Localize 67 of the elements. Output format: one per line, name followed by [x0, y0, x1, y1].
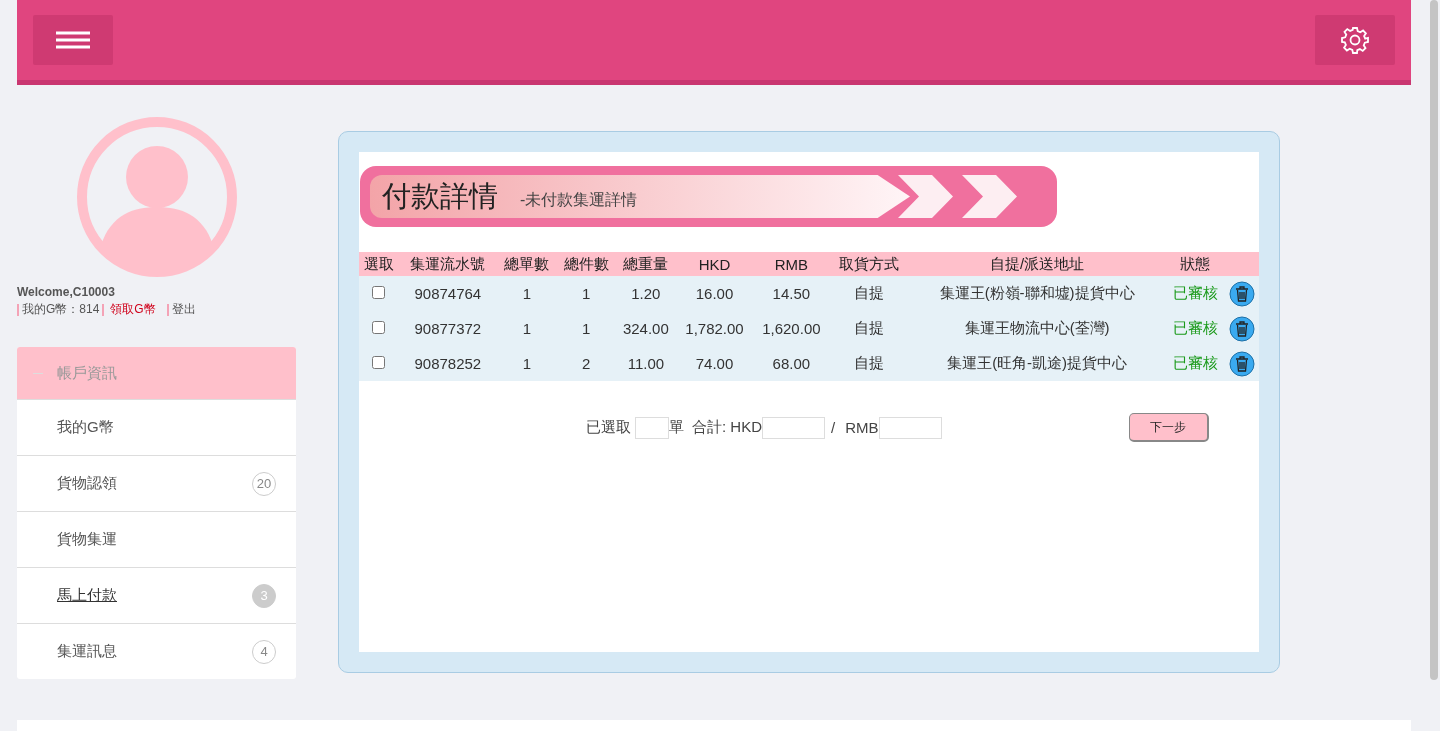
- settings-button[interactable]: [1315, 15, 1395, 65]
- table-cell: 1: [497, 346, 557, 381]
- column-header: 集運流水號: [398, 252, 498, 276]
- row-checkbox[interactable]: [372, 286, 386, 299]
- column-header: 取貨方式: [829, 252, 909, 276]
- column-header: HKD: [676, 252, 753, 276]
- page-subtitle: -未付款集運詳情: [520, 190, 638, 210]
- column-header: 總單數: [497, 252, 557, 276]
- input-field[interactable]: [762, 416, 825, 439]
- table-cell: 74.00: [676, 346, 753, 381]
- table-cell: 324.00: [615, 311, 677, 346]
- rmb-total-label: RMB: [845, 419, 879, 436]
- column-header: 選取: [359, 252, 399, 276]
- table-cell: 自提: [829, 346, 909, 381]
- row-checkbox[interactable]: [372, 321, 386, 334]
- table-cell: 1: [556, 276, 616, 311]
- selected-label: 已選取: [586, 418, 631, 437]
- coin-balance: 我的G幣：814: [22, 301, 100, 318]
- table-cell: 90878252: [398, 346, 498, 381]
- table-cell: 90874764: [398, 276, 498, 311]
- table-cell: 集運王(粉嶺-聯和墟)提貨中心: [908, 276, 1166, 311]
- separator-text: /: [831, 419, 836, 436]
- status-text: 已審核: [1165, 346, 1225, 381]
- trash-icon[interactable]: [1228, 280, 1255, 307]
- hkd-total-label: 合計: HKD: [692, 418, 762, 437]
- input-field[interactable]: [878, 416, 942, 439]
- menu-button[interactable]: [33, 15, 113, 65]
- settings-icon: [1341, 26, 1369, 54]
- table-cell: 1.20: [615, 276, 677, 311]
- column-header: 總件數: [556, 252, 616, 276]
- sidebar-item[interactable]: 貨物集運: [17, 511, 296, 567]
- table-cell: 68.00: [752, 346, 830, 381]
- table-cell: 11.00: [615, 346, 677, 381]
- table-cell: 1,620.00: [752, 311, 830, 346]
- table-cell: 1: [497, 311, 557, 346]
- trash-icon[interactable]: [1228, 350, 1255, 377]
- claim-coins-link[interactable]: 領取G幣: [110, 301, 156, 318]
- welcome-text: Welcome,C10003: [17, 285, 116, 299]
- status-text: 已審核: [1165, 276, 1225, 311]
- sidebar-item[interactable]: 集運訊息 4: [17, 623, 296, 679]
- input-field[interactable]: [635, 416, 669, 439]
- table-cell: 1: [497, 276, 557, 311]
- avatar-icon: [77, 117, 237, 277]
- column-header: 自提/派送地址: [908, 252, 1166, 276]
- table-cell: 2: [556, 346, 616, 381]
- trash-icon[interactable]: [1228, 315, 1255, 342]
- row-checkbox[interactable]: [372, 356, 386, 369]
- column-header: 總重量: [615, 252, 677, 276]
- table-cell: 16.00: [676, 276, 753, 311]
- next-step-button[interactable]: 下一步: [1128, 413, 1209, 442]
- logout-link[interactable]: 登出: [171, 301, 196, 318]
- status-text: 已審核: [1165, 311, 1225, 346]
- column-header: 狀態: [1165, 252, 1225, 276]
- sidebar-item[interactable]: 我的G幣: [17, 399, 296, 455]
- table-cell: 90877372: [398, 311, 498, 346]
- table-cell: 14.50: [752, 276, 830, 311]
- column-header: RMB: [752, 252, 830, 276]
- table-cell: 自提: [829, 276, 909, 311]
- page-title: 付款詳情: [382, 178, 498, 214]
- unit-label: 單: [669, 418, 684, 437]
- table-cell: 1: [556, 311, 616, 346]
- table-cell: 集運王(旺角-凱途)提貨中心: [908, 346, 1166, 381]
- table-cell: 自提: [829, 311, 909, 346]
- menu-icon: [56, 31, 90, 49]
- table-cell: 集運王物流中心(荃灣): [908, 311, 1166, 346]
- sidebar-item[interactable]: 貨物認領 20: [17, 455, 296, 511]
- table-cell: 1,782.00: [676, 311, 753, 346]
